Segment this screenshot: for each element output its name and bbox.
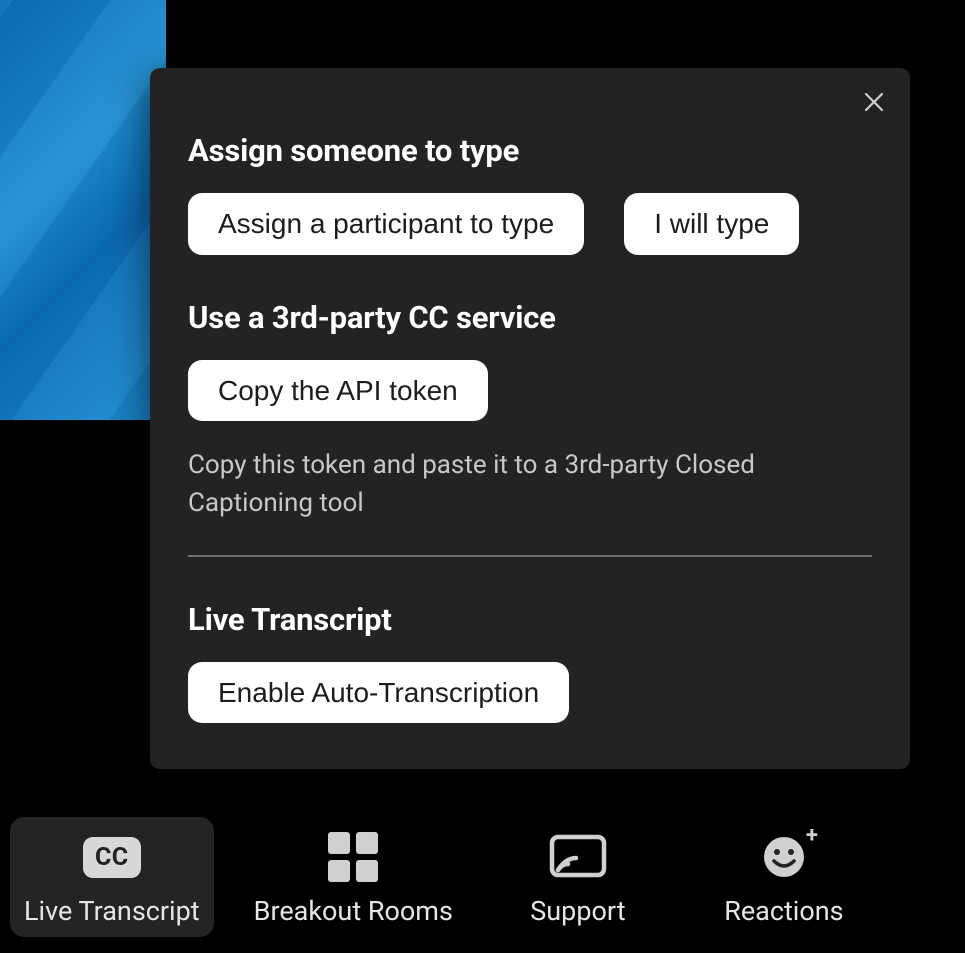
close-button[interactable] (854, 84, 894, 124)
participant-video-tile (0, 0, 166, 420)
toolbar-item-label: Breakout Rooms (254, 895, 453, 927)
reactions-icon: + (756, 831, 812, 883)
toolbar-reactions[interactable]: + Reactions (689, 817, 879, 937)
remote-support-icon (546, 831, 610, 883)
plus-icon: + (806, 823, 818, 848)
toolbar-breakout-rooms[interactable]: Breakout Rooms (240, 817, 467, 937)
breakout-rooms-icon (328, 832, 378, 882)
third-party-helper-text: Copy this token and paste it to a 3rd-pa… (188, 447, 872, 522)
section-divider (188, 555, 872, 557)
assign-heading: Assign someone to type (188, 132, 872, 169)
live-transcript-heading: Live Transcript (188, 601, 872, 638)
enable-auto-transcription-button[interactable]: Enable Auto-Transcription (188, 662, 569, 724)
live-transcript-popup: Assign someone to type Assign a particip… (150, 68, 910, 769)
meeting-toolbar: CC Live Transcript Breakout Rooms Suppor… (0, 797, 965, 937)
toolbar-item-label: Support (530, 895, 625, 927)
toolbar-live-transcript[interactable]: CC Live Transcript (10, 817, 214, 937)
third-party-cc-section: Use a 3rd-party CC service Copy the API … (188, 299, 872, 557)
close-icon (862, 90, 886, 118)
i-will-type-button[interactable]: I will type (624, 193, 799, 255)
assign-type-section: Assign someone to type Assign a particip… (188, 132, 872, 255)
toolbar-support[interactable]: Support (493, 817, 663, 937)
toolbar-item-label: Reactions (724, 895, 843, 927)
toolbar-item-label: Live Transcript (24, 895, 200, 927)
assign-participant-button[interactable]: Assign a participant to type (188, 193, 584, 255)
third-party-heading: Use a 3rd-party CC service (188, 299, 872, 336)
cc-icon: CC (83, 837, 141, 878)
live-transcript-section: Live Transcript Enable Auto-Transcriptio… (188, 601, 872, 724)
copy-api-token-button[interactable]: Copy the API token (188, 360, 488, 422)
